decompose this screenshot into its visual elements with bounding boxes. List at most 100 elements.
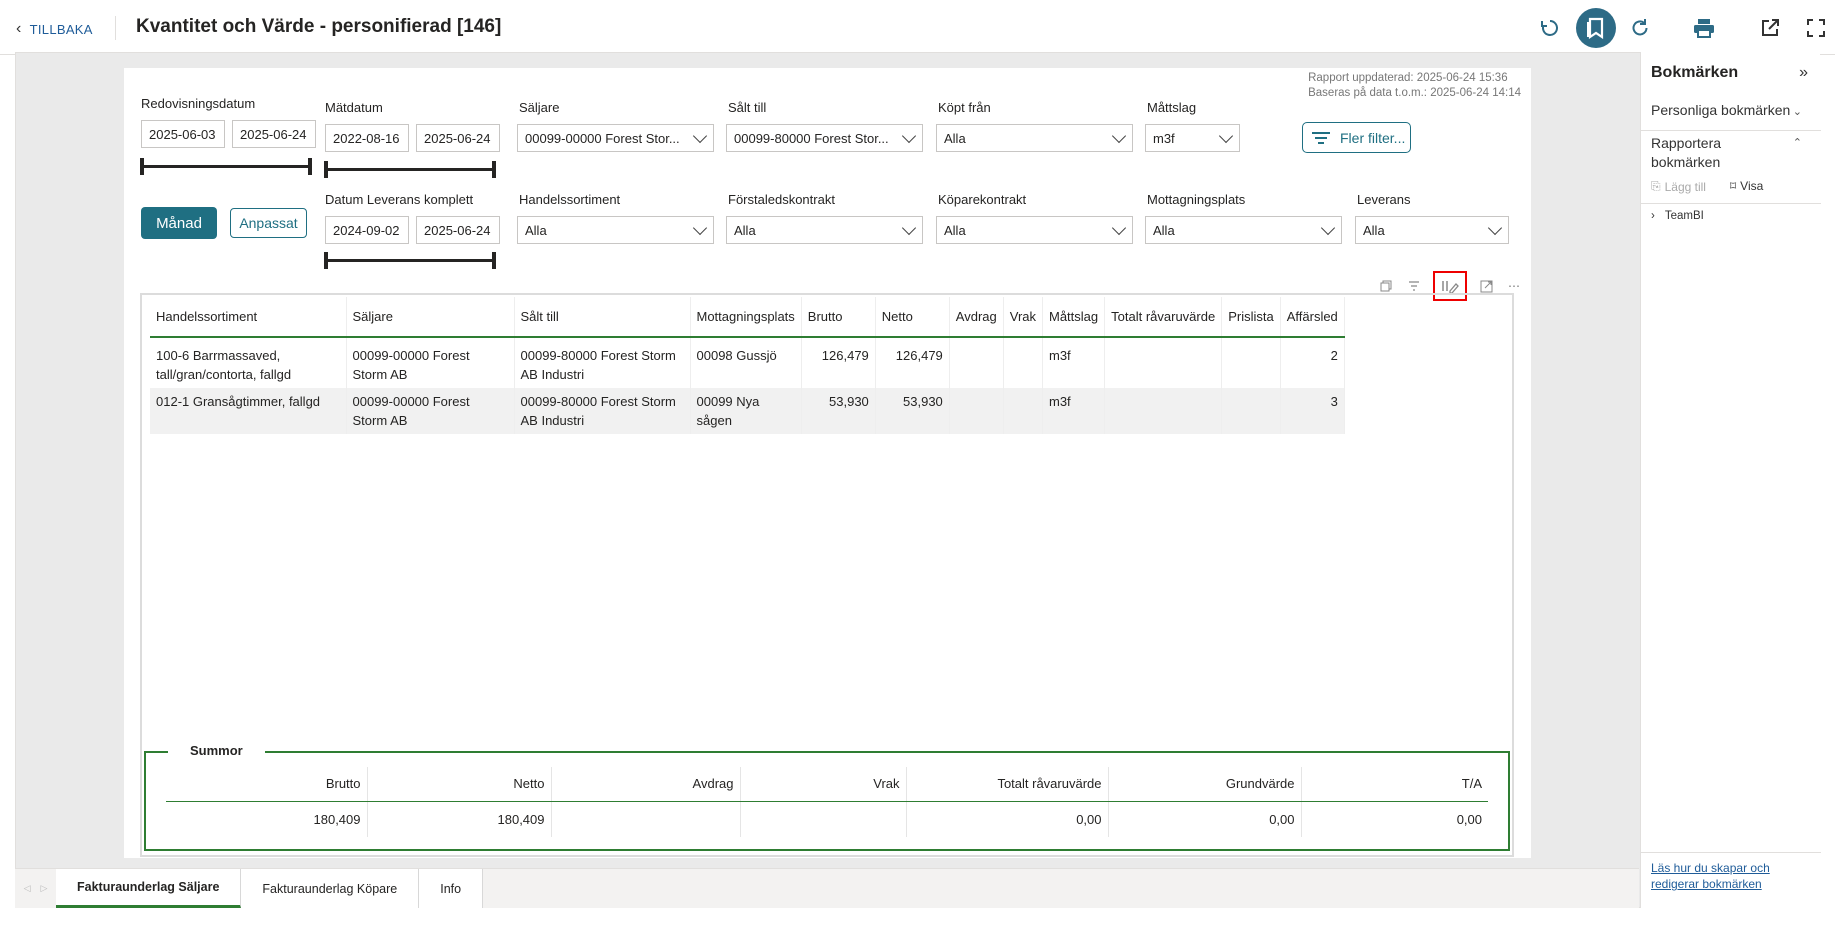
mattslag-value: m3f: [1153, 130, 1175, 146]
leverans-komplett-from[interactable]: 2024-09-02: [325, 216, 409, 244]
anpassat-button[interactable]: Anpassat: [230, 208, 307, 238]
cell: [1003, 337, 1044, 388]
bookmark-icon: ⌑: [1730, 179, 1737, 193]
column-header[interactable]: Måttslag: [1042, 297, 1106, 338]
column-header[interactable]: Säljare: [346, 297, 515, 338]
manad-button[interactable]: Månad: [141, 207, 217, 239]
column-header[interactable]: Brutto: [801, 297, 876, 338]
summor-header: T/A: [1301, 767, 1488, 802]
salt-till-dropdown[interactable]: 00099-80000 Forest Stor...: [726, 124, 923, 152]
cell: m3f: [1042, 337, 1106, 388]
fler-filter-button[interactable]: Fler filter...: [1302, 122, 1411, 153]
handelssortiment-dropdown[interactable]: Alla: [517, 216, 714, 244]
leverans-komplett-label: Datum Leverans komplett: [325, 192, 474, 207]
koparekontrakt-dropdown[interactable]: Alla: [936, 216, 1133, 244]
handelssortiment-value: Alla: [525, 222, 547, 238]
back-button[interactable]: ‹ TILLBAKA: [16, 20, 93, 38]
chevron-down-icon: [1111, 220, 1127, 236]
column-header[interactable]: Vrak: [1003, 297, 1044, 338]
kopt-fran-label: Köpt från: [938, 100, 991, 115]
cell: 00099-00000 Forest Storm AB: [346, 388, 515, 434]
open-external-icon[interactable]: [1756, 14, 1784, 42]
fullscreen-icon[interactable]: [1802, 14, 1830, 42]
mattslag-dropdown[interactable]: m3f: [1145, 124, 1240, 152]
cell: 2: [1280, 337, 1345, 388]
chevron-down-icon: [1487, 220, 1503, 236]
redovisningsdatum-from[interactable]: 2025-06-03: [141, 120, 225, 148]
summor-value: [551, 801, 741, 837]
column-header[interactable]: Avdrag: [949, 297, 1004, 338]
forstaledskontrakt-label: Förstaledskontrakt: [728, 192, 835, 207]
salt-till-value: 00099-80000 Forest Stor...: [734, 130, 889, 146]
leverans-dropdown[interactable]: Alla: [1355, 216, 1509, 244]
column-header[interactable]: Totalt råvaruvärde: [1104, 297, 1223, 338]
redovisningsdatum-to[interactable]: 2025-06-24: [232, 120, 316, 148]
cell: 53,930: [801, 388, 876, 434]
report-based-on: Baseras på data t.o.m.: 2025-06-24 14:14: [1308, 87, 1521, 99]
refresh-icon[interactable]: [1626, 14, 1654, 42]
arrow-left-icon[interactable]: ◁: [24, 883, 31, 894]
personal-bookmarks[interactable]: Personliga bokmärken: [1651, 102, 1790, 118]
summor-box: Summor Brutto Netto Avdrag Vrak Totalt r…: [144, 743, 1510, 851]
cell: 100-6 Barrmassaved, tall/gran/contorta, …: [150, 337, 347, 388]
column-header[interactable]: Affärsled: [1280, 297, 1345, 338]
bookmark-group-teambi[interactable]: › TeamBI: [1651, 210, 1704, 222]
tab-info[interactable]: Info: [419, 869, 484, 908]
cell: [949, 388, 1004, 434]
koparekontrakt-label: Köparekontrakt: [938, 192, 1027, 207]
report-bookmarks[interactable]: Rapportera bokmärken: [1651, 134, 1771, 172]
bookmarks-panel: Bokmärken » Personliga bokmärken ⌄ Rappo…: [1640, 52, 1821, 908]
report-canvas: Rapport uppdaterad: 2025-06-24 15:36 Bas…: [124, 68, 1531, 858]
saljare-dropdown[interactable]: 00099-00000 Forest Stor...: [517, 124, 714, 152]
tab-fakturaunderlag-saljare[interactable]: Fakturaunderlag Säljare: [56, 869, 242, 908]
cell: 126,479: [875, 337, 950, 388]
cell: [1104, 337, 1223, 388]
add-bookmark-button[interactable]: ⎘ Lägg till: [1651, 179, 1706, 194]
summor-table: Brutto Netto Avdrag Vrak Totalt råvaruvä…: [166, 767, 1488, 837]
fler-filter-label: Fler filter...: [1340, 129, 1406, 146]
view-bookmark-label: Visa: [1740, 179, 1764, 193]
forstaledskontrakt-dropdown[interactable]: Alla: [726, 216, 923, 244]
reset-icon[interactable]: [1536, 14, 1564, 42]
leverans-komplett-slider[interactable]: [324, 252, 496, 269]
bookmark-icon: [1587, 17, 1604, 39]
cell: [1221, 388, 1281, 434]
bookmarks-title: Bokmärken: [1651, 64, 1739, 81]
matdatum-to[interactable]: 2025-06-24: [416, 124, 500, 152]
column-header[interactable]: Mottagningsplats: [690, 297, 802, 338]
cell: 00099-80000 Forest Storm AB Industri: [514, 337, 691, 388]
chevron-down-icon: [901, 128, 917, 144]
leverans-komplett-to[interactable]: 2025-06-24: [416, 216, 500, 244]
collapse-panel-icon[interactable]: »: [1799, 64, 1808, 82]
matdatum-slider[interactable]: [324, 161, 496, 178]
kopt-fran-dropdown[interactable]: Alla: [936, 124, 1133, 152]
summor-header: Grundvärde: [1108, 767, 1302, 802]
cell: 53,930: [875, 388, 950, 434]
summor-value: 0,00: [906, 801, 1109, 837]
column-header[interactable]: Prislista: [1221, 297, 1281, 338]
cell: 3: [1280, 388, 1345, 434]
bookmarks-help-link[interactable]: Läs hur du skapar och redigerar bokmärke…: [1651, 860, 1791, 892]
mottagningsplats-dropdown[interactable]: Alla: [1145, 216, 1342, 244]
bookmark-button[interactable]: [1576, 8, 1616, 48]
chevron-down-icon: [1218, 128, 1234, 144]
cell: 00099 Nya sågen: [690, 388, 802, 434]
table-row[interactable]: 012-1 Gransågtimmer, fallgd 00099-00000 …: [150, 388, 1345, 434]
summor-header: Avdrag: [551, 767, 741, 802]
cell: [1003, 388, 1044, 434]
redovisningsdatum-slider[interactable]: [140, 158, 312, 175]
arrow-right-icon[interactable]: ▷: [41, 883, 48, 894]
column-header[interactable]: Sålt till: [514, 297, 691, 338]
cell: [1221, 337, 1281, 388]
column-header[interactable]: Handelssortiment: [150, 297, 347, 338]
chevron-down-icon[interactable]: ⌄: [1793, 105, 1802, 118]
tab-fakturaunderlag-kopare[interactable]: Fakturaunderlag Köpare: [241, 869, 420, 908]
print-icon[interactable]: [1690, 14, 1718, 42]
chevron-up-icon[interactable]: ⌃: [1793, 136, 1802, 149]
table-row[interactable]: 100-6 Barrmassaved, tall/gran/contorta, …: [150, 337, 1345, 388]
saljare-label: Säljare: [519, 100, 560, 115]
column-header[interactable]: Netto: [875, 297, 950, 338]
matdatum-from[interactable]: 2022-08-16: [325, 124, 409, 152]
divider: [115, 16, 116, 40]
view-bookmark-button[interactable]: ⌑ Visa: [1730, 179, 1763, 193]
